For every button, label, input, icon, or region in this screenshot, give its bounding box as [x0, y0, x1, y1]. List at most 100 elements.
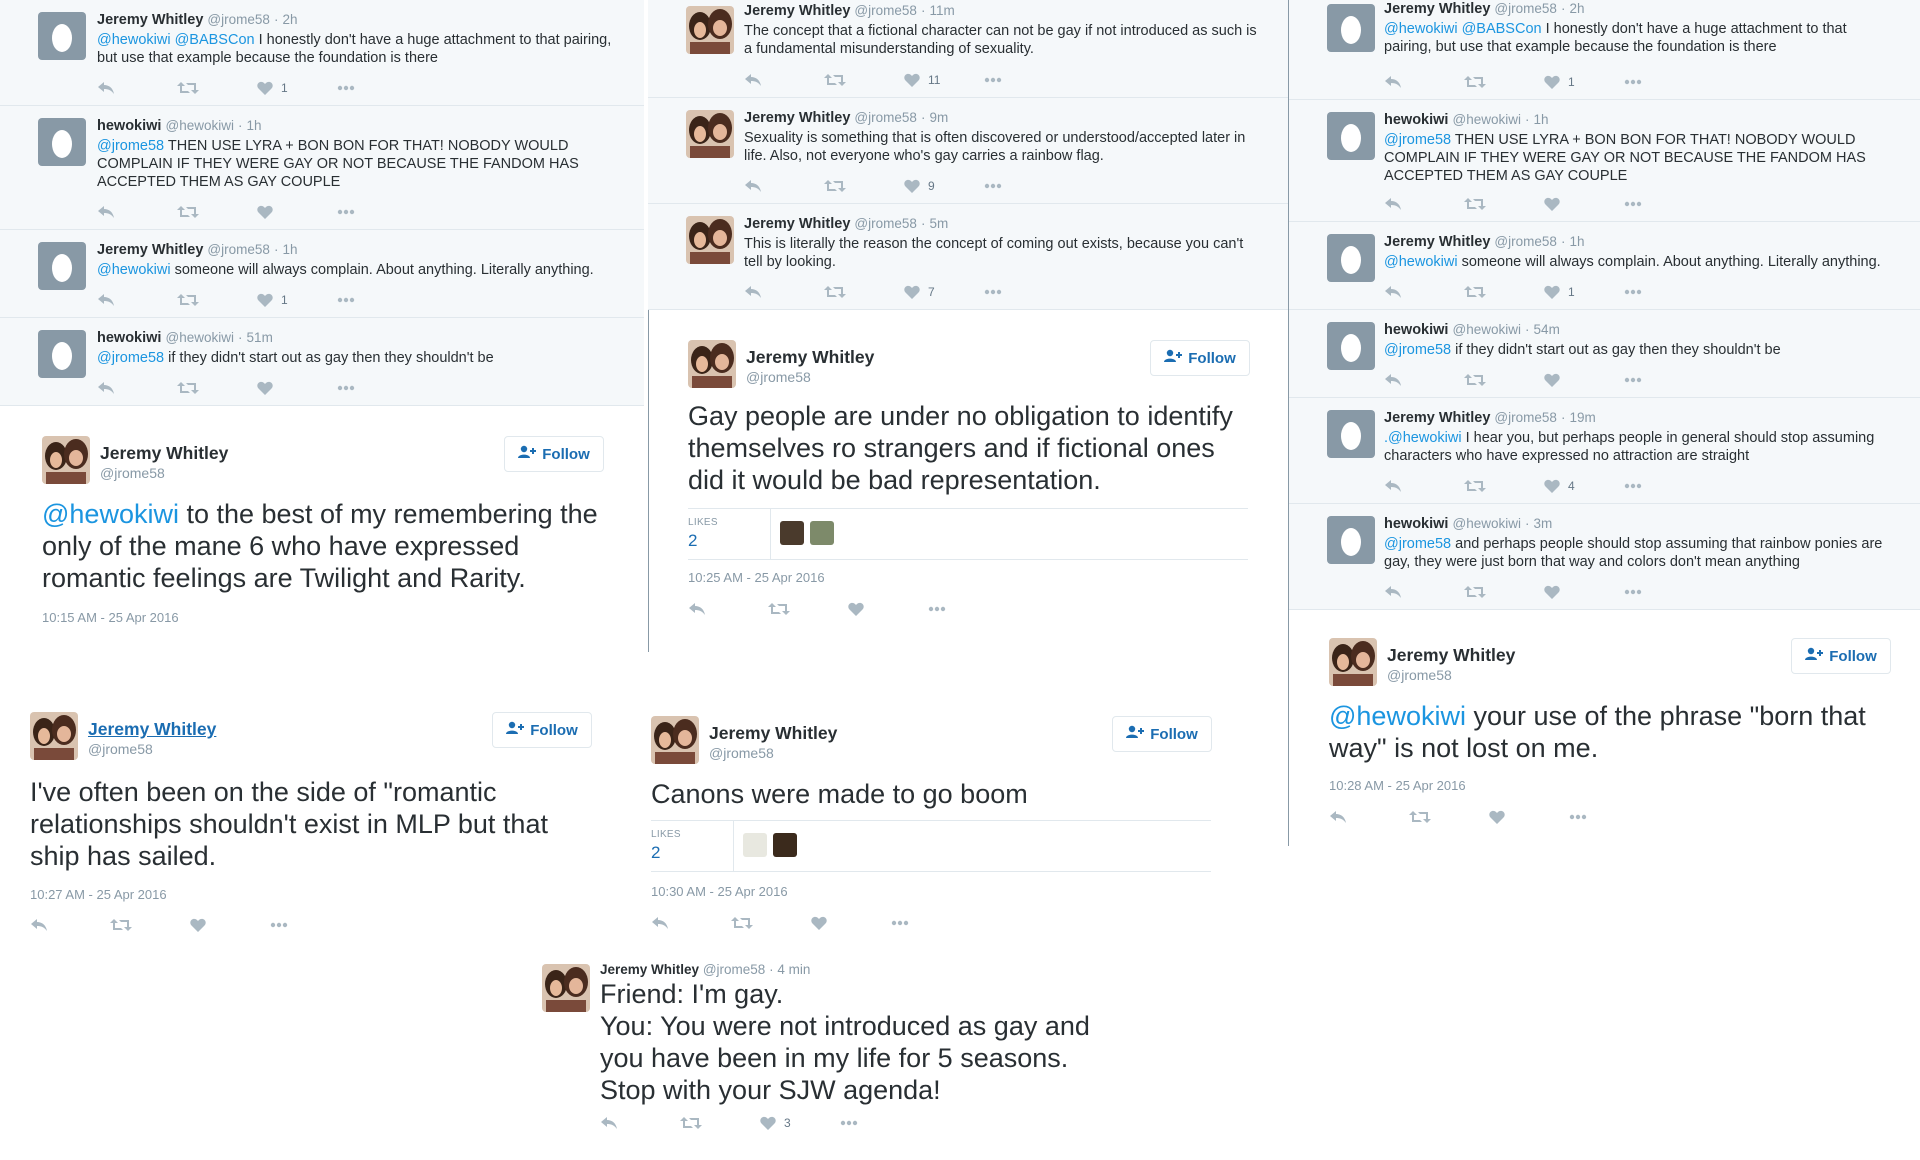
heart-icon-button[interactable] — [190, 918, 270, 932]
retweet-icon-button[interactable] — [1464, 373, 1544, 387]
author-name[interactable]: hewokiwi — [1384, 112, 1448, 128]
avatar[interactable] — [1329, 638, 1377, 686]
retweet-icon-button[interactable] — [177, 381, 257, 395]
retweet-icon-button[interactable] — [177, 293, 257, 307]
reply-icon-button[interactable] — [97, 205, 177, 219]
author-name[interactable]: Jeremy Whitley — [97, 12, 203, 28]
retweet-icon-button[interactable] — [824, 285, 904, 299]
heart-icon-button[interactable] — [1544, 585, 1624, 599]
reply-icon-button[interactable] — [1329, 810, 1409, 824]
author-handle[interactable]: @jrome58 — [709, 745, 774, 761]
follow-button[interactable]: Follow — [1112, 716, 1212, 752]
reply-icon-button[interactable] — [1384, 585, 1464, 599]
heart-icon-button[interactable] — [1544, 373, 1624, 387]
mention-link[interactable]: @hewokiwi — [1329, 701, 1466, 731]
reply-tweet[interactable]: Jeremy Whitley @jrome58 · 11m The concep… — [648, 0, 1288, 98]
tweet-time[interactable]: 54m — [1534, 322, 1560, 337]
retweet-icon-button[interactable] — [824, 179, 904, 193]
more-icon-button[interactable] — [984, 77, 1064, 83]
heart-icon-button[interactable]: 9 — [904, 179, 984, 193]
reply-tweet[interactable]: Jeremy Whitley @jrome58 · 5m This is lit… — [648, 204, 1288, 310]
author-name[interactable]: Jeremy Whitley — [1387, 645, 1515, 666]
author-handle[interactable]: @jrome58 — [1494, 410, 1556, 425]
more-icon-button[interactable] — [840, 1116, 920, 1130]
heart-icon-button[interactable]: 11 — [904, 73, 984, 87]
tweet-time[interactable]: 1h — [282, 242, 297, 257]
reply-tweet[interactable]: Jeremy Whitley @jrome58 · 9m Sexuality i… — [648, 98, 1288, 204]
likes-count[interactable]: 2 — [688, 531, 697, 551]
more-icon-button[interactable] — [1624, 201, 1704, 207]
avatar[interactable] — [1327, 234, 1375, 282]
author-name[interactable]: Jeremy Whitley — [1384, 1, 1490, 17]
author-handle[interactable]: @jrome58 — [1387, 667, 1452, 683]
heart-icon-button[interactable] — [1489, 810, 1569, 824]
more-icon-button[interactable] — [337, 385, 417, 391]
heart-icon-button[interactable] — [1544, 197, 1624, 211]
heart-icon-button[interactable]: 4 — [1544, 479, 1624, 493]
mention-link[interactable]: @hewokiwi — [1384, 254, 1458, 270]
tweet-time[interactable]: 2h — [282, 12, 297, 27]
heart-icon-button[interactable]: 3 — [760, 1116, 840, 1130]
heart-icon-button[interactable]: 1 — [257, 293, 337, 307]
mention-link[interactable]: @hewokiwi — [42, 499, 179, 529]
reply-tweet[interactable]: hewokiwi @hewokiwi · 54m @jrome58 if the… — [1289, 310, 1920, 398]
retweet-icon-button[interactable] — [768, 602, 848, 616]
more-icon-button[interactable] — [928, 602, 1008, 616]
author-name[interactable]: hewokiwi — [1384, 322, 1448, 338]
tweet-time[interactable]: 4 min — [777, 962, 810, 977]
follow-button[interactable]: Follow — [1791, 638, 1891, 674]
more-icon-button[interactable] — [984, 183, 1064, 189]
more-icon-button[interactable] — [270, 918, 350, 932]
avatar[interactable] — [38, 12, 86, 60]
tweet-time[interactable]: 19m — [1569, 410, 1595, 425]
author-name[interactable]: Jeremy Whitley — [88, 719, 216, 740]
author-name[interactable]: Jeremy Whitley — [744, 216, 850, 232]
mention-link[interactable]: @jrome58 — [97, 138, 164, 154]
author-handle[interactable]: @jrome58 — [207, 12, 269, 27]
reply-tweet[interactable]: hewokiwi @hewokiwi · 1h @jrome58 THEN US… — [1289, 100, 1920, 222]
author-name[interactable]: Jeremy Whitley — [746, 347, 874, 368]
retweet-icon-button[interactable] — [824, 73, 904, 87]
follow-button[interactable]: Follow — [492, 712, 592, 748]
author-handle[interactable]: @jrome58 — [88, 741, 153, 757]
author-handle[interactable]: @jrome58 — [703, 962, 765, 977]
author-name[interactable]: Jeremy Whitley — [600, 962, 699, 977]
mention-link[interactable]: @hewokiwi — [97, 262, 171, 278]
avatar[interactable] — [1327, 112, 1375, 160]
more-icon-button[interactable] — [1624, 289, 1704, 295]
more-icon-button[interactable] — [984, 289, 1064, 295]
avatar[interactable] — [686, 216, 734, 264]
author-handle[interactable]: @jrome58 — [746, 369, 811, 385]
more-icon-button[interactable] — [337, 209, 417, 215]
reply-tweet[interactable]: hewokiwi @hewokiwi · 3m @jrome58 and per… — [1289, 504, 1920, 610]
retweet-icon-button[interactable] — [1464, 479, 1544, 493]
author-handle[interactable]: @hewokiwi — [166, 330, 234, 345]
author-handle[interactable]: @hewokiwi — [1453, 516, 1521, 531]
reply-icon-button[interactable] — [1384, 285, 1464, 299]
heart-icon-button[interactable] — [257, 205, 337, 219]
author-handle[interactable]: @jrome58 — [207, 242, 269, 257]
retweet-icon-button[interactable] — [177, 81, 257, 95]
mention-link[interactable]: @jrome58 — [1384, 536, 1451, 552]
reply-icon-button[interactable] — [97, 81, 177, 95]
tweet-time[interactable]: 1h — [1569, 234, 1584, 249]
heart-icon-button[interactable]: 7 — [904, 285, 984, 299]
reply-icon-button[interactable] — [744, 285, 824, 299]
reply-icon-button[interactable] — [30, 918, 110, 932]
tweet-time[interactable]: 9m — [929, 110, 948, 125]
heart-icon-button[interactable] — [848, 602, 928, 616]
avatar[interactable] — [651, 716, 699, 764]
retweet-icon-button[interactable] — [731, 916, 811, 930]
retweet-icon-button[interactable] — [1464, 75, 1544, 89]
avatar[interactable] — [42, 436, 90, 484]
heart-icon-button[interactable] — [811, 916, 891, 930]
reply-icon-button[interactable] — [97, 381, 177, 395]
author-name[interactable]: Jeremy Whitley — [100, 443, 228, 464]
reply-tweet[interactable]: Jeremy Whitley @jrome58 · 1h @hewokiwi s… — [0, 230, 644, 318]
author-name[interactable]: Jeremy Whitley — [744, 110, 850, 126]
reply-tweet[interactable]: Jeremy Whitley @jrome58 · 2h @hewokiwi @… — [0, 0, 644, 106]
tweet-timestamp[interactable]: 10:25 AM - 25 Apr 2016 — [688, 570, 825, 585]
liker-avatar[interactable] — [780, 521, 804, 545]
author-name[interactable]: Jeremy Whitley — [1384, 410, 1490, 426]
author-handle[interactable]: @hewokiwi — [1453, 322, 1521, 337]
